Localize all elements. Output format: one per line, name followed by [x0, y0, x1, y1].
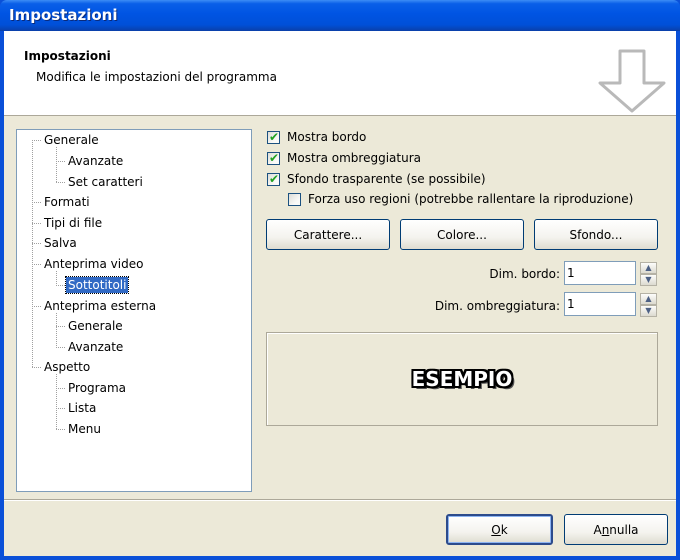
- checkmark-icon: ✔: [269, 150, 280, 165]
- tree-item-sottotitoli[interactable]: Sottotitoli: [64, 276, 130, 294]
- tree-item-anteprima-esterna[interactable]: Anteprima esterna: [42, 298, 158, 314]
- dialog-client-area: Impostazioni Modifica le impostazioni de…: [4, 31, 676, 556]
- preview-text: ESEMPIO: [411, 367, 513, 391]
- show-shadow-option[interactable]: ✔ Mostra ombreggiatura: [267, 150, 421, 166]
- show-shadow-label: Mostra ombreggiatura: [287, 151, 421, 165]
- force-regions-label: Forza uso regioni (potrebbe rallentare l…: [308, 192, 634, 206]
- down-arrow-icon: [598, 49, 666, 113]
- tree-item-programa[interactable]: Programa: [66, 380, 128, 396]
- cancel-button-label: Annulla: [593, 522, 639, 537]
- subtitle-preview: ESEMPIO: [266, 332, 658, 426]
- tree-item-set-caratteri[interactable]: Set caratteri: [66, 174, 145, 190]
- header-banner: Impostazioni Modifica le impostazioni de…: [4, 31, 676, 116]
- ok-button[interactable]: Ok: [446, 514, 553, 545]
- tree-item-avanzate-esterna[interactable]: Avanzate: [66, 339, 125, 355]
- tree-item-salva[interactable]: Salva: [42, 235, 79, 251]
- background-button[interactable]: Sfondo...: [534, 219, 658, 250]
- tree-item-generale-esterna[interactable]: Generale: [66, 318, 125, 334]
- shadow-size-label: Dim. ombreggiatura:: [434, 299, 560, 313]
- show-border-option[interactable]: ✔ Mostra bordo: [267, 129, 366, 145]
- show-border-label: Mostra bordo: [287, 130, 367, 144]
- shadow-size-input[interactable]: [567, 295, 615, 313]
- tree-item-anteprima-video[interactable]: Anteprima video: [42, 256, 145, 272]
- settings-window: Impostazioni Impostazioni Modifica le im…: [0, 0, 680, 560]
- tree-item-lista[interactable]: Lista: [66, 400, 98, 416]
- tree-item-formati[interactable]: Formati: [42, 194, 92, 210]
- shadow-size-up-button[interactable]: ▲: [640, 293, 657, 305]
- checkmark-icon: ✔: [269, 129, 280, 144]
- border-size-down-button[interactable]: ▼: [640, 274, 657, 286]
- banner-subtitle: Modifica le impostazioni del programma: [36, 70, 277, 84]
- banner-title: Impostazioni: [24, 49, 111, 63]
- tree-item-aspetto[interactable]: Aspetto: [42, 359, 92, 375]
- show-border-checkbox[interactable]: ✔: [267, 129, 280, 144]
- border-size-label: Dim. bordo:: [489, 267, 560, 281]
- font-button[interactable]: Carattere...: [266, 219, 390, 250]
- tree-item-menu[interactable]: Menu: [66, 421, 103, 437]
- force-regions-checkbox[interactable]: [288, 192, 301, 206]
- color-button[interactable]: Colore...: [400, 219, 524, 250]
- show-shadow-checkbox[interactable]: ✔: [267, 150, 280, 165]
- force-regions-option[interactable]: Forza uso regioni (potrebbe rallentare l…: [288, 191, 633, 207]
- border-size-input[interactable]: [567, 264, 615, 282]
- transparent-bg-label: Sfondo trasparente (se possibile): [287, 172, 486, 186]
- window-title: Impostazioni: [9, 6, 118, 24]
- tree-item-tipi-di-file[interactable]: Tipi di file: [42, 215, 104, 231]
- checkmark-icon: ✔: [269, 171, 280, 186]
- border-size-spinner[interactable]: [564, 261, 636, 285]
- transparent-bg-option[interactable]: ✔ Sfondo trasparente (se possibile): [267, 171, 486, 187]
- tree-item-avanzate[interactable]: Avanzate: [66, 153, 125, 169]
- ok-button-label: Ok: [491, 522, 508, 537]
- title-bar[interactable]: Impostazioni: [0, 0, 680, 31]
- settings-tree[interactable]: Generale Avanzate Set caratteri Formati …: [16, 129, 252, 492]
- cancel-button[interactable]: Annulla: [564, 514, 668, 545]
- shadow-size-spinner[interactable]: [564, 292, 636, 316]
- transparent-bg-checkbox[interactable]: ✔: [267, 171, 280, 186]
- tree-item-generale[interactable]: Generale: [42, 132, 101, 148]
- shadow-size-down-button[interactable]: ▼: [640, 305, 657, 317]
- border-size-up-button[interactable]: ▲: [640, 262, 657, 274]
- footer-separator: [4, 499, 676, 501]
